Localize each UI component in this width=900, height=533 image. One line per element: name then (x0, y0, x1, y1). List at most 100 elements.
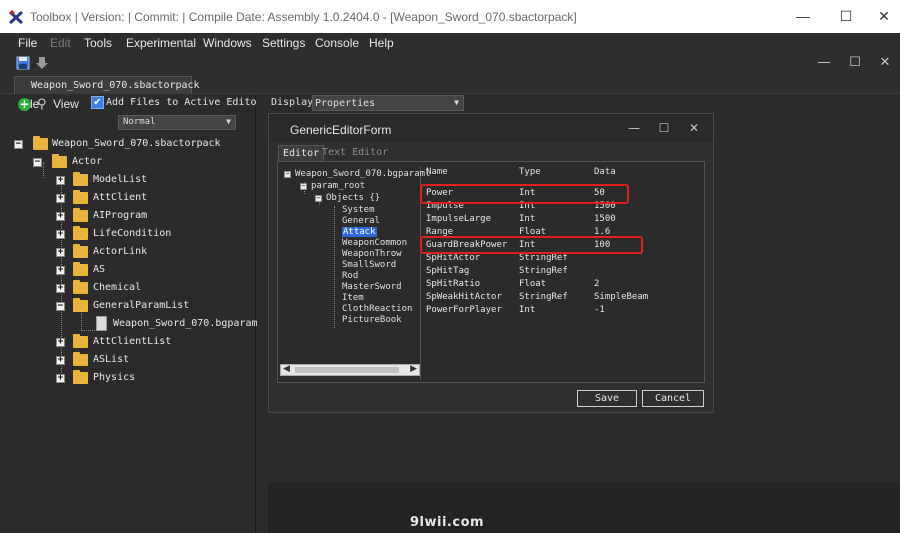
tree-label: Weapon_Sword_070.sbactorpack (52, 138, 221, 149)
table-row[interactable]: SpHitTag StringRef (423, 265, 704, 278)
dialog-editor-body: − Weapon_Sword_070.bgparaml − param_root… (277, 161, 705, 383)
dialog-maximize-button[interactable]: ☐ (657, 121, 671, 135)
menu-experimental[interactable]: Experimental (126, 36, 196, 50)
child-maximize-button[interactable]: ☐ (847, 55, 863, 71)
expand-toggle[interactable]: + (56, 356, 65, 365)
cell-name: SpWeakHitActor (426, 292, 502, 302)
minimize-button[interactable]: — (795, 8, 811, 24)
collapse-toggle[interactable]: − (14, 140, 23, 149)
explorer-view-menu[interactable]: View (53, 97, 79, 111)
cancel-button[interactable]: Cancel (642, 390, 704, 407)
tree-label: ASList (93, 354, 130, 365)
column-header-data[interactable]: Data (594, 167, 616, 177)
child-close-button[interactable]: ✕ (877, 55, 893, 71)
dialog-close-button[interactable]: ✕ (687, 121, 701, 135)
expand-toggle[interactable]: + (56, 266, 65, 275)
save-icon[interactable] (16, 56, 30, 70)
param-tree-item[interactable]: PictureBook (342, 315, 402, 327)
add-files-checkbox[interactable]: ✔ (91, 96, 104, 109)
collapse-toggle[interactable]: − (315, 195, 322, 202)
add-icon[interactable]: + (18, 98, 31, 111)
menu-help[interactable]: Help (369, 36, 394, 50)
cell-name: PowerForPlayer (426, 305, 502, 315)
document-tab[interactable]: Weapon_Sword_070.sbactorpack (14, 76, 200, 94)
window-title: Toolbox | Version: | Commit: | Compile D… (30, 10, 577, 24)
tree-label: Weapon_Sword_070.bgparaml (295, 169, 431, 179)
cell-type: Int (519, 214, 536, 224)
table-row[interactable]: SpHitRatio Float 2 (423, 278, 704, 291)
folder-icon (73, 262, 88, 276)
tree-label: param_root (311, 181, 366, 191)
collapse-toggle[interactable]: − (284, 171, 291, 178)
editor-lower-pane (268, 482, 900, 533)
folder-icon (73, 208, 88, 222)
cell-data[interactable]: -1 (594, 305, 605, 315)
document-tab-strip: Weapon_Sword_070.sbactorpack (0, 75, 900, 94)
search-icon[interactable]: ⚲ (37, 97, 51, 112)
annotation-highlight-power (420, 184, 629, 204)
scroll-right-icon[interactable]: ▶ (410, 364, 417, 374)
download-icon[interactable] (35, 56, 49, 70)
menu-settings[interactable]: Settings (262, 36, 305, 50)
cell-name: ImpulseLarge (426, 214, 492, 224)
horizontal-scrollbar[interactable]: ◀ ▶ (280, 364, 420, 376)
watermark-text: 9lwii.com (410, 515, 485, 530)
dialog-title: GenericEditorForm (290, 123, 392, 137)
tree-label: AS (93, 264, 106, 275)
folder-icon (73, 370, 88, 384)
display-dropdown[interactable]: Properties ▼ (312, 95, 464, 111)
collapse-toggle[interactable]: − (56, 302, 65, 311)
column-header-name[interactable]: Name (426, 167, 448, 177)
expand-toggle[interactable]: + (56, 248, 65, 257)
save-button[interactable]: Save (577, 390, 637, 407)
table-row[interactable]: ImpulseLarge Int 1500 (423, 213, 704, 226)
maximize-button[interactable]: ☐ (838, 8, 854, 24)
cell-type: StringRef (519, 292, 568, 302)
dialog-title-bar: GenericEditorForm — ☐ ✕ (269, 114, 713, 142)
tree-label: AttClientList (93, 336, 172, 347)
dialog-minimize-button[interactable]: — (627, 121, 641, 135)
menu-console[interactable]: Console (315, 36, 359, 50)
tree-label: Chemical (93, 282, 142, 293)
tree-label: AttClient (93, 192, 148, 203)
menu-windows[interactable]: Windows (203, 36, 252, 50)
table-row[interactable]: PowerForPlayer Int -1 (423, 304, 704, 317)
cell-data[interactable]: 1500 (594, 214, 616, 224)
scrollbar-thumb[interactable] (295, 367, 399, 373)
folder-icon (73, 226, 88, 240)
expand-toggle[interactable]: + (56, 284, 65, 293)
generic-editor-dialog: GenericEditorForm — ☐ ✕ Editor Text Edit… (268, 113, 714, 413)
child-minimize-button[interactable]: — (816, 55, 832, 71)
expand-toggle[interactable]: + (56, 212, 65, 221)
tree-label: ModelList (93, 174, 148, 185)
tab-text-editor[interactable]: Text Editor (318, 145, 392, 161)
menu-edit[interactable]: Edit (50, 36, 71, 50)
folder-icon (73, 244, 88, 258)
cell-data[interactable]: SimpleBeam (594, 292, 648, 302)
cell-data[interactable]: 2 (594, 279, 599, 289)
expand-toggle[interactable]: + (56, 230, 65, 239)
close-button[interactable]: ✕ (876, 8, 892, 24)
folder-icon (73, 334, 88, 348)
collapse-toggle[interactable]: − (300, 183, 307, 190)
chevron-down-icon: ▼ (226, 117, 231, 126)
table-row[interactable]: SpWeakHitActor StringRef SimpleBeam (423, 291, 704, 304)
menu-file[interactable]: File (18, 36, 37, 50)
cell-type: Float (519, 279, 547, 289)
scroll-left-icon[interactable]: ◀ (283, 364, 290, 374)
menu-bar: File Edit Tools Experimental Windows Set… (0, 33, 900, 53)
cell-type: StringRef (519, 253, 568, 263)
expand-toggle[interactable]: + (56, 194, 65, 203)
menu-tools[interactable]: Tools (84, 36, 112, 50)
expand-toggle[interactable]: + (56, 338, 65, 347)
cell-type: Int (519, 305, 536, 315)
column-header-type[interactable]: Type (519, 167, 541, 177)
expand-toggle[interactable]: + (56, 176, 65, 185)
folder-icon (73, 298, 88, 312)
folder-icon (73, 352, 88, 366)
mode-dropdown[interactable]: Normal ▼ (118, 115, 236, 130)
collapse-toggle[interactable]: − (33, 158, 42, 167)
toolbar: — ☐ ✕ (0, 53, 900, 75)
expand-toggle[interactable]: + (56, 374, 65, 383)
chevron-down-icon: ▼ (454, 98, 459, 107)
